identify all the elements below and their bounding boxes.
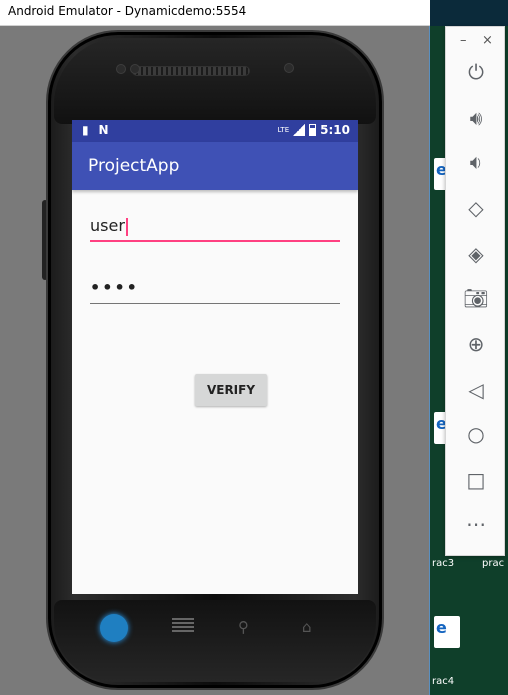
password-underline <box>90 303 340 304</box>
battery-icon <box>309 124 317 136</box>
password-field[interactable]: •••• <box>90 276 340 304</box>
front-camera <box>284 63 294 73</box>
desktop-label: rac3 <box>432 558 455 569</box>
window-titlebar[interactable]: Android Emulator - Dynamicdemo:5554 <box>0 0 430 26</box>
hardware-back-key[interactable] <box>100 614 128 642</box>
status-bar: ▮ N LTE 5:10 <box>72 120 358 142</box>
verify-button[interactable]: VERIFY <box>195 374 267 406</box>
window-title: Android Emulator - Dynamicdemo:5554 <box>8 4 247 18</box>
sd-card-icon: ▮ <box>82 123 89 137</box>
minimize-icon[interactable]: – <box>460 33 467 48</box>
phone-bottom-bezel <box>54 600 376 682</box>
n-notification-icon: N <box>98 123 109 137</box>
app-toolbar: ProjectApp <box>72 142 358 190</box>
desktop-file-icon[interactable]: e <box>434 616 460 648</box>
earpiece-speaker <box>132 66 250 76</box>
camera-icon[interactable]: 📷︎ <box>463 285 489 311</box>
rotate-left-icon[interactable]: ◇ <box>463 195 489 221</box>
close-icon[interactable]: × <box>482 33 493 48</box>
desktop-label: rac4 <box>432 676 455 687</box>
hardware-menu-key[interactable] <box>172 618 194 632</box>
status-time: 5:10 <box>320 123 350 137</box>
device-screen: ▮ N LTE 5:10 ProjectApp user •••• VERIFY <box>72 120 358 594</box>
more-icon[interactable]: ⋯ <box>463 511 489 537</box>
lte-indicator: LTE <box>277 126 290 134</box>
username-value: user <box>90 216 125 235</box>
username-underline <box>90 240 340 242</box>
back-icon[interactable]: ◁ <box>463 377 489 403</box>
desktop-label: prac <box>482 558 505 569</box>
light-sensor <box>130 64 140 74</box>
hardware-home-key[interactable]: ⌂ <box>302 618 312 636</box>
phone-top-bezel <box>54 38 376 124</box>
overview-icon[interactable]: □ <box>463 467 489 493</box>
rotate-right-icon[interactable]: ◈ <box>463 241 489 267</box>
volume-down-icon[interactable]: 🔉︎ <box>463 149 489 175</box>
power-icon[interactable]: ⏻ <box>463 59 489 85</box>
emulator-window: Android Emulator - Dynamicdemo:5554 ▮ N … <box>0 0 430 695</box>
zoom-icon[interactable]: ⊕ <box>463 331 489 357</box>
hardware-search-key[interactable]: ⚲ <box>238 618 249 636</box>
signal-icon <box>293 124 306 136</box>
password-value[interactable]: •••• <box>90 276 340 300</box>
text-cursor <box>125 217 128 236</box>
volume-up-icon[interactable]: 🔊︎ <box>463 105 489 131</box>
username-field[interactable]: user <box>90 214 340 242</box>
proximity-sensor <box>116 64 126 74</box>
emulator-control-panel: – × ⏻ 🔊︎ 🔉︎ ◇ ◈ 📷︎ ⊕ ◁ ○ □ ⋯ <box>445 26 505 556</box>
home-icon[interactable]: ○ <box>463 421 489 447</box>
app-title: ProjectApp <box>88 156 180 176</box>
